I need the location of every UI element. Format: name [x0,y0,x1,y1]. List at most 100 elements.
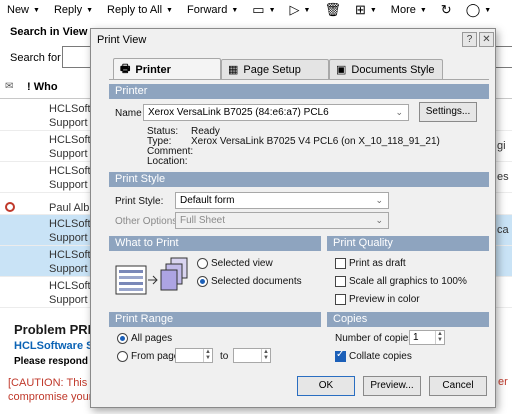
new-label: New [7,4,30,16]
from-page-label: From page [131,351,180,362]
to-label: to [220,351,229,362]
preview-button[interactable]: Preview... [363,376,421,396]
new-button[interactable]: New ▼ [0,0,47,20]
print-style-label: Print Style: [115,196,164,207]
add-button[interactable]: ⊞ ▼ [348,0,384,20]
trash-icon: 🗑 [324,2,341,17]
number-of-copies-label: Number of copies [335,333,414,344]
list-item-subject-fragment: es [497,171,509,183]
folder-button[interactable]: ▭ ▼ [245,0,282,20]
chevron-down-icon: ▼ [419,6,427,14]
to-page-input[interactable]: ▲ ▼ [233,348,271,363]
more-label: More [390,4,416,16]
refresh-icon: ↻ [440,2,452,17]
chevron-down-icon: ⌄ [375,195,383,205]
number-of-copies-input[interactable]: 1 ▲ ▼ [409,330,445,345]
from-page-input[interactable]: ▲ ▼ [175,348,213,363]
scale-graphics-label: Scale all graphics to 100% [349,276,467,287]
all-pages-label: All pages [131,333,173,344]
caution-fragment: er [498,376,508,388]
list-item-subject-fragment: ca [497,224,509,236]
tab-documents-style[interactable]: ▣ Documents Style [329,59,443,79]
selected-documents-radio[interactable] [197,276,208,287]
tab-printer-label: Printer [135,63,171,76]
preview-title: Problem PRB [14,322,98,337]
column-who[interactable]: ! Who [27,81,58,93]
scale-graphics-checkbox[interactable] [335,276,346,287]
print-style-select[interactable]: Default form ⌄ [175,192,389,209]
name-label: Name [115,108,142,119]
chevron-down-icon: ▼ [231,6,239,14]
chevron-down-icon: ▼ [166,6,173,14]
reply-button[interactable]: Reply ▼ [47,0,100,20]
printer-name-value: Xerox VersaLink B7025 (84:e6:a7) PCL6 [148,107,329,118]
tab-page-setup[interactable]: ▦ Page Setup [221,59,329,79]
toolbar: New ▼ Reply ▼ Reply to All ▼ Forward ▼ ▭ ▼ ▷ ▼… [0,0,512,20]
other-options-value: Full Sheet [180,215,226,226]
print-as-draft-checkbox[interactable] [335,258,346,269]
print-as-draft-label: Print as draft [349,258,406,269]
printer-name-select[interactable]: Xerox VersaLink B7025 (84:e6:a7) PCL6 ⌄ [143,104,409,121]
printer-section-header: Printer [109,84,489,99]
other-options-select[interactable]: Full Sheet ⌄ [175,212,389,229]
more-button[interactable]: More ▼ [384,0,434,20]
spinner-arrows-icon[interactable]: ▲ ▼ [435,331,444,344]
preview-in-color-checkbox[interactable] [335,294,346,305]
ok-button[interactable]: OK [297,376,355,396]
preview-in-color-label: Preview in color [349,294,420,305]
search-for-label: Search for [10,52,61,64]
list-item-who: Paul Albr [49,201,93,215]
number-of-copies-value: 1 [413,332,419,343]
from-page-radio[interactable] [117,351,128,362]
collate-copies-checkbox[interactable] [335,349,346,362]
print-range-section-header: Print Range [109,312,321,327]
list-item-subject-fragment: gi [497,140,506,152]
print-quality-section-header: Print Quality [327,236,489,251]
print-view-dialog: Print View ? ✕ 🖶 Printer ▦ Page Setup ▣ … [90,28,496,408]
trash-button[interactable]: 🗑 [317,0,348,20]
what-to-print-section-header: What to Print [109,236,321,251]
forward-button[interactable]: Forward ▼ [180,0,245,20]
copies-section-header: Copies [327,312,489,327]
envelope-icon: ✉ [5,81,14,92]
flag-icon: ▷ [289,2,300,17]
preview-link[interactable]: HCLSoftware S [14,340,93,352]
add-icon: ⊞ [354,2,366,17]
spinner-arrows-icon[interactable]: ▲ ▼ [203,349,212,362]
help-button[interactable]: ? [462,32,477,47]
cancel-button[interactable]: Cancel [429,376,487,396]
attention-icon [5,202,15,212]
type-value: Xerox VersaLink B7025 V4 PCL6 (on X_10_1… [191,136,440,147]
documents-style-icon: ▣ [336,64,347,76]
list-item-who-line1: Paul Albr [49,202,94,214]
print-style-value: Default form [180,195,235,206]
spinner-arrows-icon[interactable]: ▲ ▼ [261,349,270,362]
folder-icon: ▭ [252,2,265,17]
chevron-down-icon: ▼ [303,6,311,14]
chevron-down-icon: ▼ [86,6,94,14]
search-in-view-title: Search in View [10,26,88,38]
what-to-print-illustration [115,256,191,302]
selected-view-radio[interactable] [197,258,208,269]
flag-button[interactable]: ▷ ▼ [283,0,318,20]
tab-printer[interactable]: 🖶 Printer [113,58,221,80]
chevron-down-icon: ⌄ [395,107,403,117]
all-pages-radio[interactable] [117,333,128,344]
reply-all-button[interactable]: Reply to All ▼ [100,0,180,20]
chevron-down-icon: ▼ [268,6,276,14]
page-setup-icon: ▦ [228,64,239,76]
collate-copies-label: Collate copies [349,351,412,362]
search-button[interactable]: ◯ ▼ [459,0,499,20]
reply-label: Reply [53,4,83,16]
chevron-down-icon: ▼ [484,6,492,14]
settings-button[interactable]: Settings... [419,102,477,122]
chevron-down-icon: ▼ [369,6,377,14]
refresh-button[interactable]: ↻ [434,0,459,20]
tab-page-setup-label: Page Setup [243,63,301,76]
print-style-section-header: Print Style [109,172,489,187]
printer-icon: 🖶 [120,63,131,75]
other-options-label: Other Options: [115,216,181,227]
chevron-down-icon: ⌄ [375,215,383,225]
tab-documents-style-label: Documents Style [351,63,435,76]
close-button[interactable]: ✕ [479,32,494,47]
